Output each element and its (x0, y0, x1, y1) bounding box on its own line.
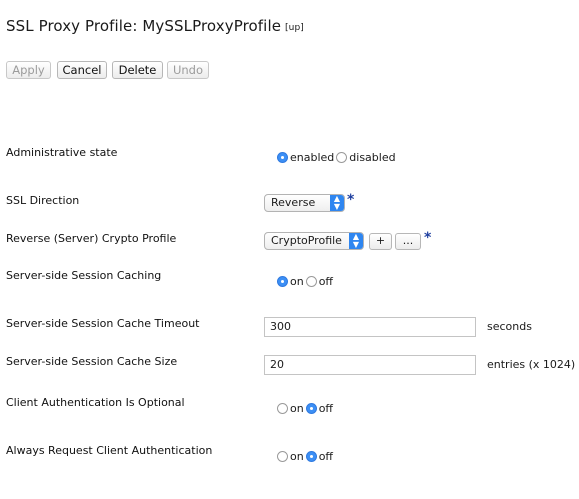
client-auth-optional-off-radio[interactable] (305, 403, 317, 414)
client-auth-optional-radio-group: on off (277, 402, 335, 415)
cache-timeout-input[interactable]: 300 (264, 317, 476, 337)
apply-button[interactable]: Apply (6, 61, 51, 79)
ssl-direction-required-mark: * (347, 192, 355, 208)
admin-state-disabled-radio[interactable] (336, 152, 348, 163)
always-request-client-auth-off-radio[interactable] (305, 451, 317, 462)
session-caching-on-radio[interactable] (277, 276, 288, 287)
client-auth-optional-off-label: off (318, 402, 334, 415)
page-title-text: SSL Proxy Profile: MySSLProxyProfile (6, 17, 282, 35)
session-caching-off-label: off (318, 275, 334, 288)
cache-timeout-label: Server-side Session Cache Timeout (6, 317, 200, 330)
edit-crypto-profile-button[interactable]: ... (395, 233, 421, 250)
always-request-client-auth-on-radio[interactable] (277, 451, 288, 462)
always-request-client-auth-on-label: on (290, 450, 304, 463)
up-link[interactable]: [up] (285, 23, 304, 33)
admin-state-radio-group: enabled disabled (277, 151, 398, 164)
page-title: SSL Proxy Profile: MySSLProxyProfile [up] (6, 17, 304, 35)
session-caching-on-label: on (290, 275, 304, 288)
ssl-direction-value: Reverse (271, 196, 316, 209)
session-caching-off-radio[interactable] (305, 276, 317, 287)
crypto-profile-label: Reverse (Server) Crypto Profile (6, 232, 177, 245)
cache-size-unit: entries (x 1024) (487, 358, 576, 371)
page: SSL Proxy Profile: MySSLProxyProfile [up]… (0, 0, 579, 499)
always-request-client-auth-label: Always Request Client Authentication (6, 444, 213, 457)
admin-state-enabled-label: enabled (290, 151, 335, 164)
session-caching-radio-group: on off (277, 275, 335, 288)
crypto-profile-required-mark: * (424, 230, 432, 246)
always-request-client-auth-radio-group: on off (277, 450, 335, 463)
client-auth-optional-on-label: on (290, 402, 304, 415)
cache-timeout-unit: seconds (487, 320, 532, 333)
chevron-up-down-icon: ▲ ▼ (349, 233, 363, 249)
admin-state-label: Administrative state (6, 146, 118, 159)
crypto-profile-value: CryptoProfile (271, 234, 342, 247)
always-request-client-auth-off-label: off (318, 450, 334, 463)
delete-button[interactable]: Delete (112, 61, 163, 79)
add-crypto-profile-button[interactable]: + (369, 233, 392, 250)
ssl-direction-label: SSL Direction (6, 194, 80, 207)
client-auth-optional-on-radio[interactable] (277, 403, 288, 414)
session-caching-label: Server-side Session Caching (6, 269, 162, 282)
cancel-button[interactable]: Cancel (57, 61, 107, 79)
chevron-up-down-icon: ▲ ▼ (330, 195, 344, 211)
cache-size-label: Server-side Session Cache Size (6, 355, 178, 368)
ssl-direction-select[interactable]: Reverse ▲ ▼ (264, 194, 345, 212)
client-auth-optional-label: Client Authentication Is Optional (6, 396, 185, 409)
cache-size-input[interactable]: 20 (264, 355, 476, 375)
admin-state-enabled-radio[interactable] (277, 152, 288, 163)
undo-button[interactable]: Undo (167, 61, 209, 79)
admin-state-disabled-label: disabled (349, 151, 396, 164)
crypto-profile-select[interactable]: CryptoProfile ▲ ▼ (264, 232, 364, 250)
